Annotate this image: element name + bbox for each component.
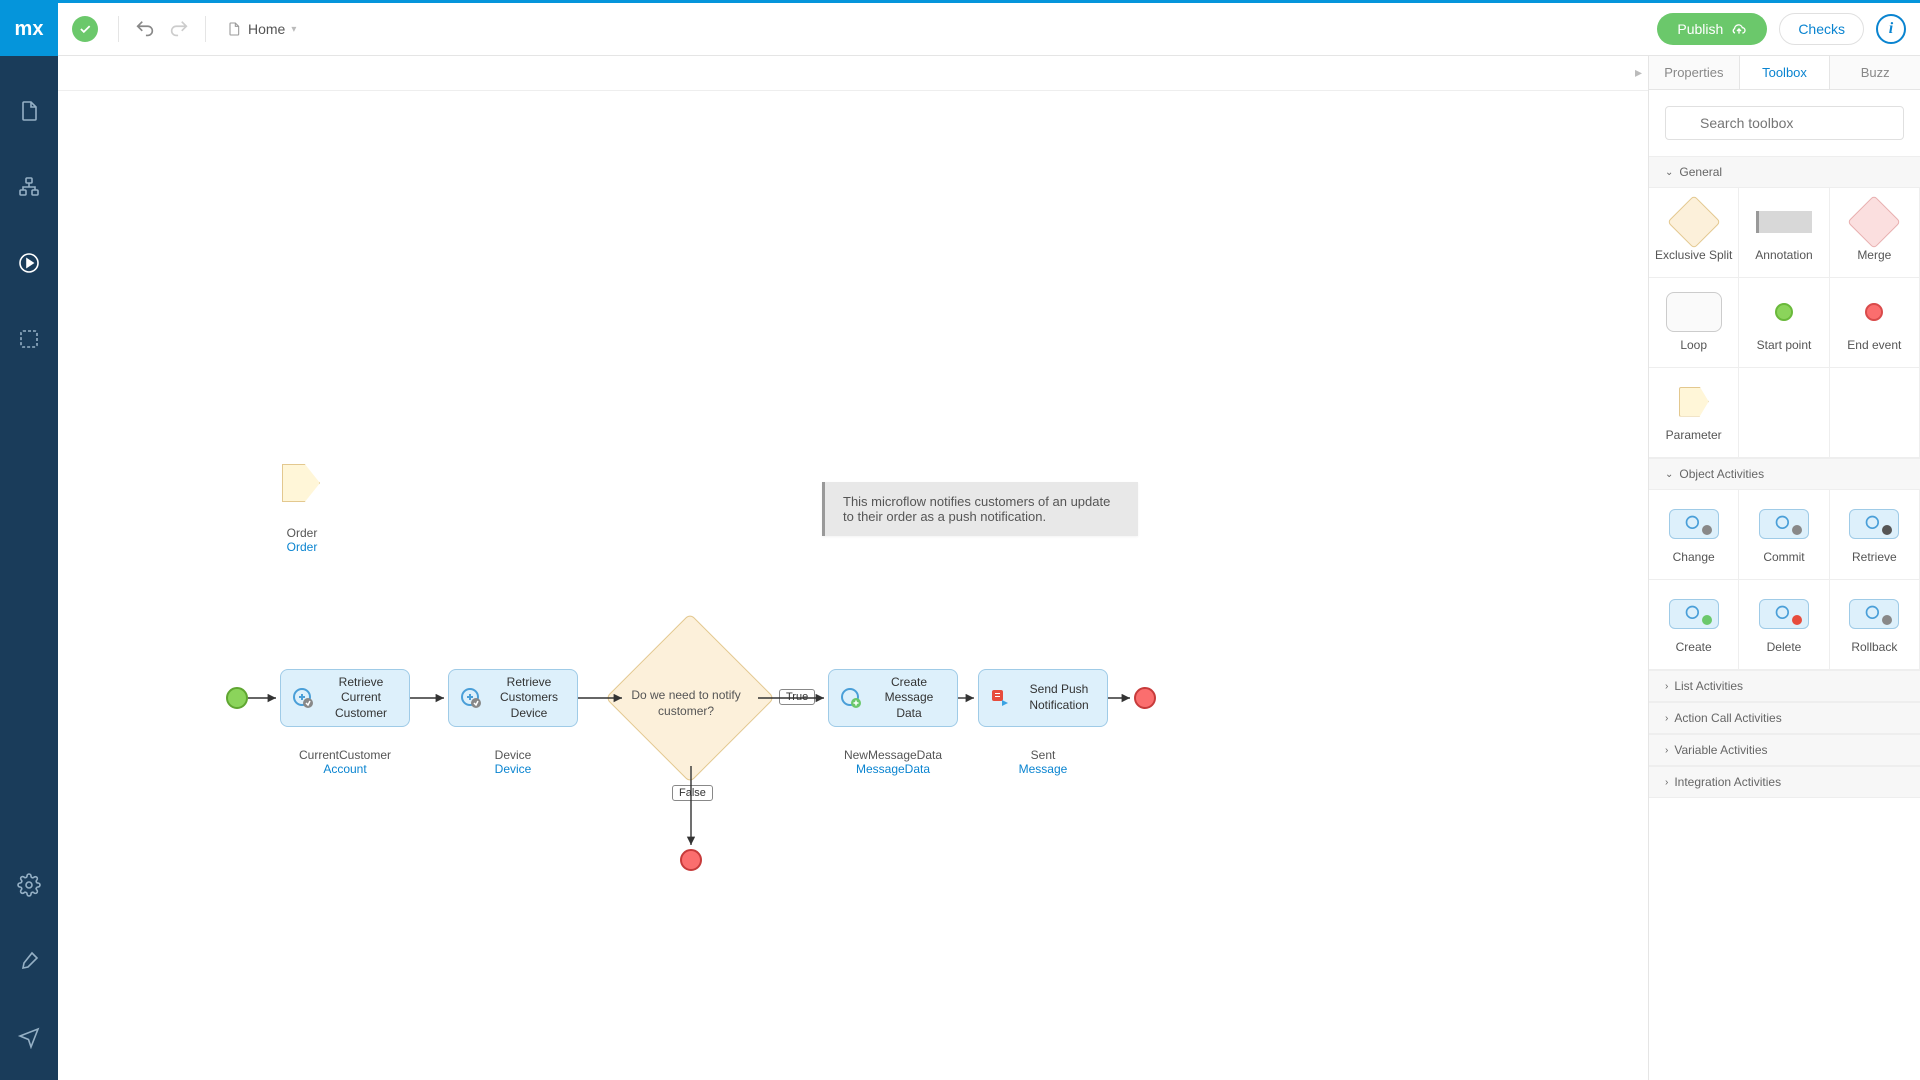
tool-retrieve[interactable]: Retrieve <box>1830 490 1920 580</box>
tool-loop[interactable]: Loop <box>1649 278 1739 368</box>
section-variable-activities[interactable]: ›Variable Activities <box>1649 734 1920 766</box>
breadcrumb[interactable]: Home ▾ <box>218 21 304 37</box>
publish-label: Publish <box>1677 21 1723 37</box>
tool-rollback[interactable]: Rollback <box>1830 580 1920 670</box>
tool-change[interactable]: Change <box>1649 490 1739 580</box>
search-wrap <box>1649 90 1920 156</box>
section-object-activities[interactable]: ⌄Object Activities <box>1649 458 1920 490</box>
left-rail: mx <box>0 3 58 1080</box>
tool-create[interactable]: Create <box>1649 580 1739 670</box>
domain-model-icon[interactable] <box>0 158 58 216</box>
search-input[interactable] <box>1665 106 1904 140</box>
cloud-upload-icon <box>1731 21 1747 37</box>
publish-button[interactable]: Publish <box>1657 13 1767 45</box>
undo-icon[interactable] <box>131 15 159 43</box>
tab-properties[interactable]: Properties <box>1649 56 1740 89</box>
settings-icon[interactable] <box>0 856 58 914</box>
tool-parameter[interactable]: Parameter <box>1649 368 1739 458</box>
section-action-call-activities[interactable]: ›Action Call Activities <box>1649 702 1920 734</box>
tool-delete[interactable]: Delete <box>1739 580 1829 670</box>
info-icon[interactable]: i <box>1876 14 1906 44</box>
feedback-icon[interactable] <box>0 1008 58 1066</box>
section-list-activities[interactable]: ›List Activities <box>1649 670 1920 702</box>
brush-icon[interactable] <box>0 932 58 990</box>
toolbar: Home ▾ Publish Checks i <box>58 3 1920 56</box>
chevron-down-icon: ▾ <box>291 24 296 35</box>
right-panel: Properties Toolbox Buzz ⌄General Exclusi… <box>1648 56 1920 1080</box>
section-integration-activities[interactable]: ›Integration Activities <box>1649 766 1920 798</box>
document-icon[interactable] <box>0 82 58 140</box>
page-icon <box>226 21 242 37</box>
app-logo[interactable]: mx <box>0 3 58 56</box>
panel-tabs: Properties Toolbox Buzz <box>1649 56 1920 90</box>
status-ok-icon[interactable] <box>72 16 98 42</box>
tool-commit[interactable]: Commit <box>1739 490 1829 580</box>
collapse-panel-icon[interactable]: ▸ <box>1635 64 1642 81</box>
tool-merge[interactable]: Merge <box>1830 188 1920 278</box>
checks-button[interactable]: Checks <box>1779 13 1864 45</box>
tool-start-point[interactable]: Start point <box>1739 278 1829 368</box>
widget-icon[interactable] <box>0 310 58 368</box>
microflow-canvas[interactable]: ▸ Order Order This microflow notifies cu… <box>58 56 1648 1080</box>
flow-arrows <box>58 56 1208 876</box>
tool-end-event[interactable]: End event <box>1830 278 1920 368</box>
redo-icon[interactable] <box>165 15 193 43</box>
microflow-icon[interactable] <box>0 234 58 292</box>
section-general[interactable]: ⌄General <box>1649 156 1920 188</box>
tool-annotation[interactable]: Annotation <box>1739 188 1829 278</box>
tab-toolbox[interactable]: Toolbox <box>1740 56 1831 89</box>
breadcrumb-label: Home <box>248 21 285 37</box>
tool-exclusive-split[interactable]: Exclusive Split <box>1649 188 1739 278</box>
tab-buzz[interactable]: Buzz <box>1830 56 1920 89</box>
